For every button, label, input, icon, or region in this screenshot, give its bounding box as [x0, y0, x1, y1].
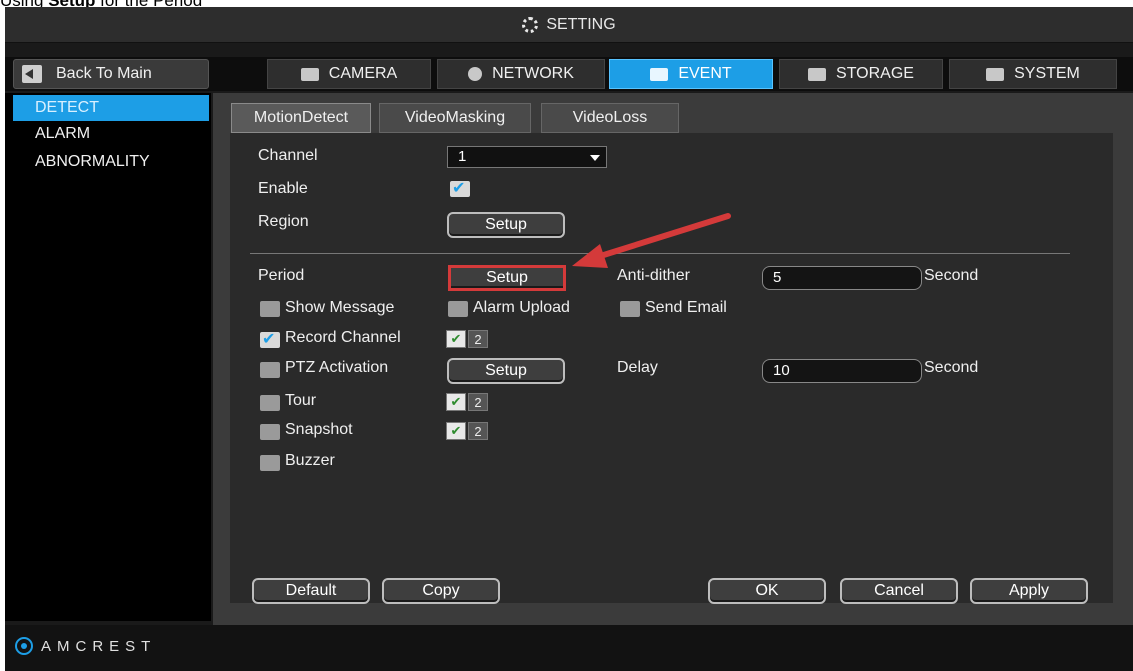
back-arrow-icon: [22, 65, 42, 83]
region-setup-button[interactable]: Setup: [447, 212, 565, 238]
channel-select[interactable]: 1: [447, 146, 607, 168]
snapshot-channel-1[interactable]: ✔: [446, 422, 466, 440]
tour-channel-1[interactable]: ✔: [446, 393, 466, 411]
channel-label: Channel: [258, 147, 318, 164]
record-channel-chips: ✔ 2: [446, 330, 488, 348]
gear-icon: [522, 16, 539, 33]
globe-icon: [468, 67, 483, 81]
period-label: Period: [258, 267, 305, 284]
default-button[interactable]: Default: [252, 578, 370, 604]
annotation-arrow-shaft: [591, 213, 731, 261]
ptz-activation-label: PTZ Activation: [285, 359, 389, 376]
annotation-arrow-head: [572, 244, 608, 268]
ok-button[interactable]: OK: [708, 578, 826, 604]
system-icon: [986, 67, 1005, 81]
buzzer-label: Buzzer: [285, 452, 335, 469]
apply-button[interactable]: Apply: [970, 578, 1088, 604]
record-channel-label: Record Channel: [285, 329, 401, 346]
monitor-icon: [808, 67, 827, 81]
ptz-setup-button[interactable]: Setup: [447, 358, 565, 384]
record-channel-checkbox[interactable]: [260, 329, 280, 349]
delay-label: Delay: [617, 359, 658, 376]
chevron-down-icon: [590, 155, 600, 161]
sidebar-item-abnormality[interactable]: ABNORMALITY: [13, 149, 209, 175]
tab-camera[interactable]: CAMERA: [267, 59, 431, 89]
cancel-button[interactable]: Cancel: [840, 578, 958, 604]
tour-channel-chips: ✔ 2: [446, 393, 488, 411]
enable-label: Enable: [258, 180, 308, 197]
send-email-label: Send Email: [645, 299, 727, 316]
show-message-checkbox[interactable]: [260, 301, 280, 317]
copy-button[interactable]: Copy: [382, 578, 500, 604]
annotation-arrow: [572, 213, 731, 268]
alarm-upload-label: Alarm Upload: [473, 299, 570, 316]
delay-input[interactable]: 10: [762, 359, 922, 383]
show-message-label: Show Message: [285, 299, 395, 316]
region-label: Region: [258, 213, 309, 230]
snapshot-channel-chips: ✔ 2: [446, 422, 488, 440]
caption-text: Using Setup for the Period: [0, 0, 203, 10]
window-title: SETTING: [546, 15, 616, 33]
title-bar: SETTING: [5, 7, 1133, 43]
tab-event[interactable]: EVENT: [609, 59, 773, 89]
snapshot-checkbox[interactable]: [260, 424, 280, 440]
event-icon: [650, 67, 669, 81]
record-channel-1[interactable]: ✔: [446, 330, 466, 348]
subtab-videomasking[interactable]: VideoMasking: [379, 103, 531, 133]
subtab-motiondetect[interactable]: MotionDetect: [231, 103, 371, 133]
delay-unit: Second: [924, 359, 979, 376]
tab-network[interactable]: NETWORK: [437, 59, 605, 89]
period-setup-button[interactable]: Setup: [448, 265, 566, 291]
tab-system[interactable]: SYSTEM: [949, 59, 1117, 89]
sidebar: DETECT ALARM ABNORMALITY: [5, 93, 211, 621]
anti-dither-input[interactable]: 5: [762, 266, 922, 290]
buzzer-checkbox[interactable]: [260, 455, 280, 471]
snapshot-channel-2[interactable]: 2: [468, 422, 488, 440]
main-nav: Back To Main CAMERA NETWORK EVENT STORAG…: [5, 57, 1133, 91]
snapshot-label: Snapshot: [285, 421, 353, 438]
settings-window: SETTING Back To Main CAMERA NETWORK EVEN…: [5, 7, 1133, 671]
amcrest-logo-icon: [15, 637, 33, 655]
back-to-main-button[interactable]: Back To Main: [13, 59, 209, 89]
ptz-activation-checkbox[interactable]: [260, 362, 280, 378]
amcrest-logo: AMCREST: [15, 637, 156, 655]
send-email-checkbox[interactable]: [620, 301, 640, 317]
tour-label: Tour: [285, 392, 317, 409]
alarm-upload-checkbox[interactable]: [448, 301, 468, 317]
subtab-videoloss[interactable]: VideoLoss: [541, 103, 679, 133]
footer-bar: AMCREST: [5, 625, 1133, 671]
enable-checkbox[interactable]: [450, 178, 470, 198]
tour-checkbox[interactable]: [260, 395, 280, 411]
record-channel-2[interactable]: 2: [468, 330, 488, 348]
sidebar-item-alarm[interactable]: ALARM: [13, 121, 209, 147]
anti-dither-unit: Second: [924, 267, 979, 284]
sidebar-item-detect[interactable]: DETECT: [13, 95, 209, 121]
camera-icon: [300, 67, 319, 81]
tour-channel-2[interactable]: 2: [468, 393, 488, 411]
tab-storage[interactable]: STORAGE: [779, 59, 943, 89]
